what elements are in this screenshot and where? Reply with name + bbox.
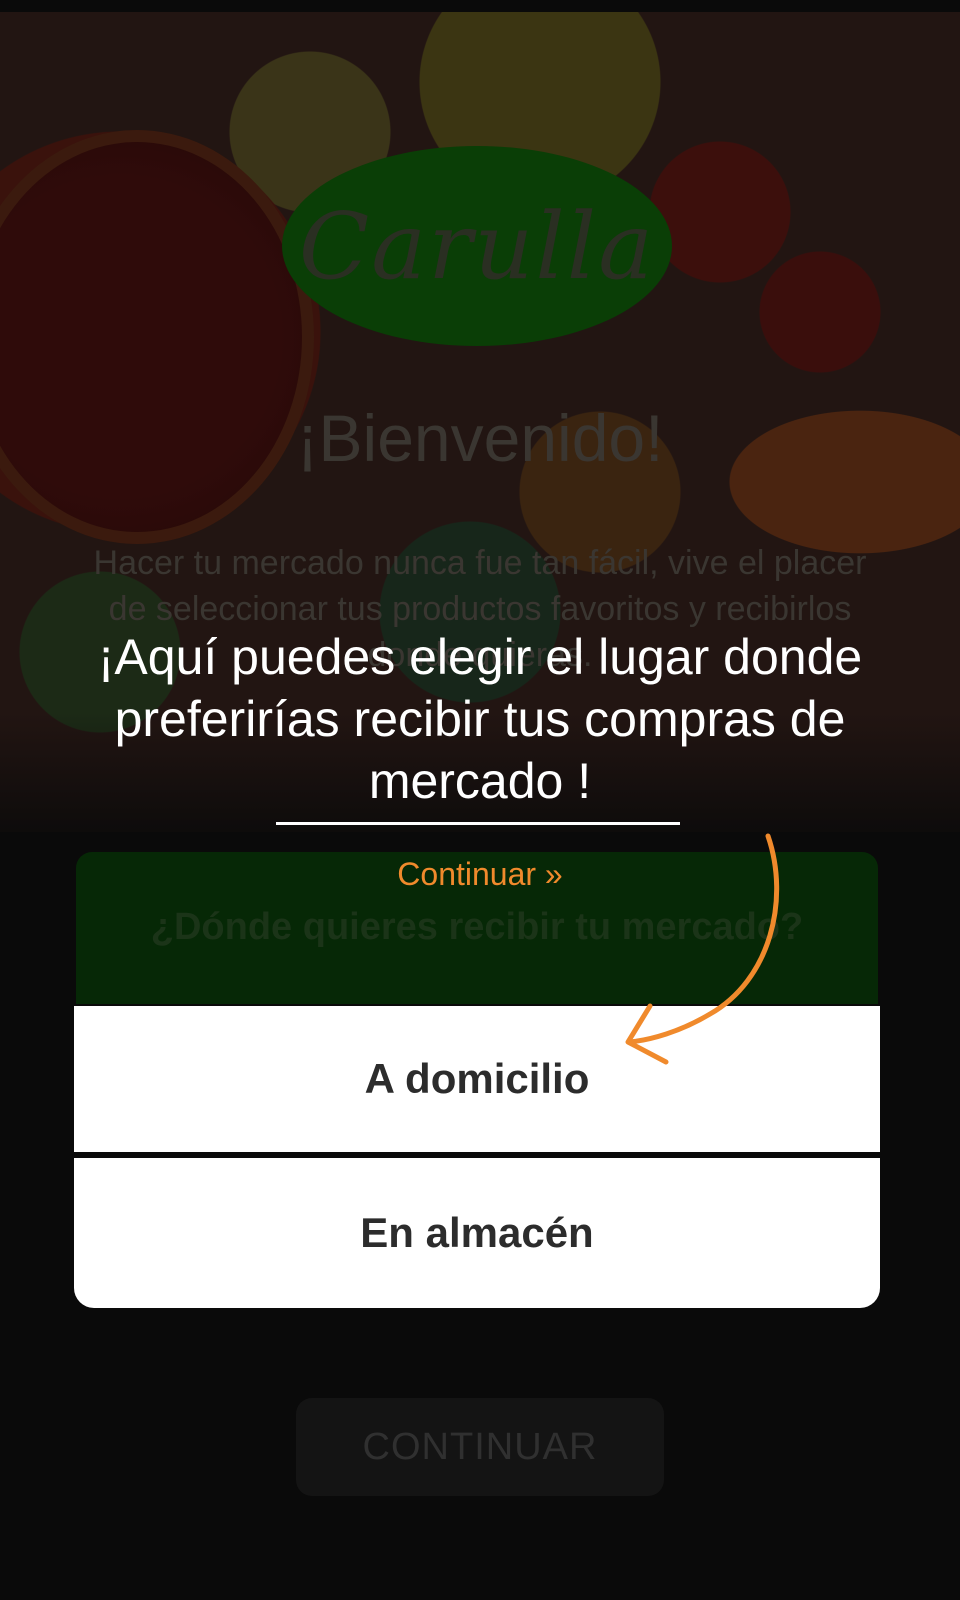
welcome-title: ¡Bienvenido! (296, 401, 664, 475)
coachmark-divider (276, 822, 680, 825)
coachmark-continue-link[interactable]: Continuar » (0, 856, 960, 893)
brand-logo-text: Carulla (298, 192, 656, 300)
coachmark-message: ¡Aquí puedes elegir el lugar donde prefe… (97, 629, 863, 809)
continue-button[interactable]: CONTINUAR (296, 1398, 664, 1496)
option-store-pickup-button[interactable]: En almacén (74, 1158, 880, 1308)
curved-arrow-icon (625, 833, 780, 1065)
onboarding-screen: Carulla ¡Bienvenido! Hacer tu mercado nu… (0, 0, 960, 1600)
brand-logo: Carulla (282, 146, 672, 346)
fruit-bowl-image (0, 130, 314, 544)
